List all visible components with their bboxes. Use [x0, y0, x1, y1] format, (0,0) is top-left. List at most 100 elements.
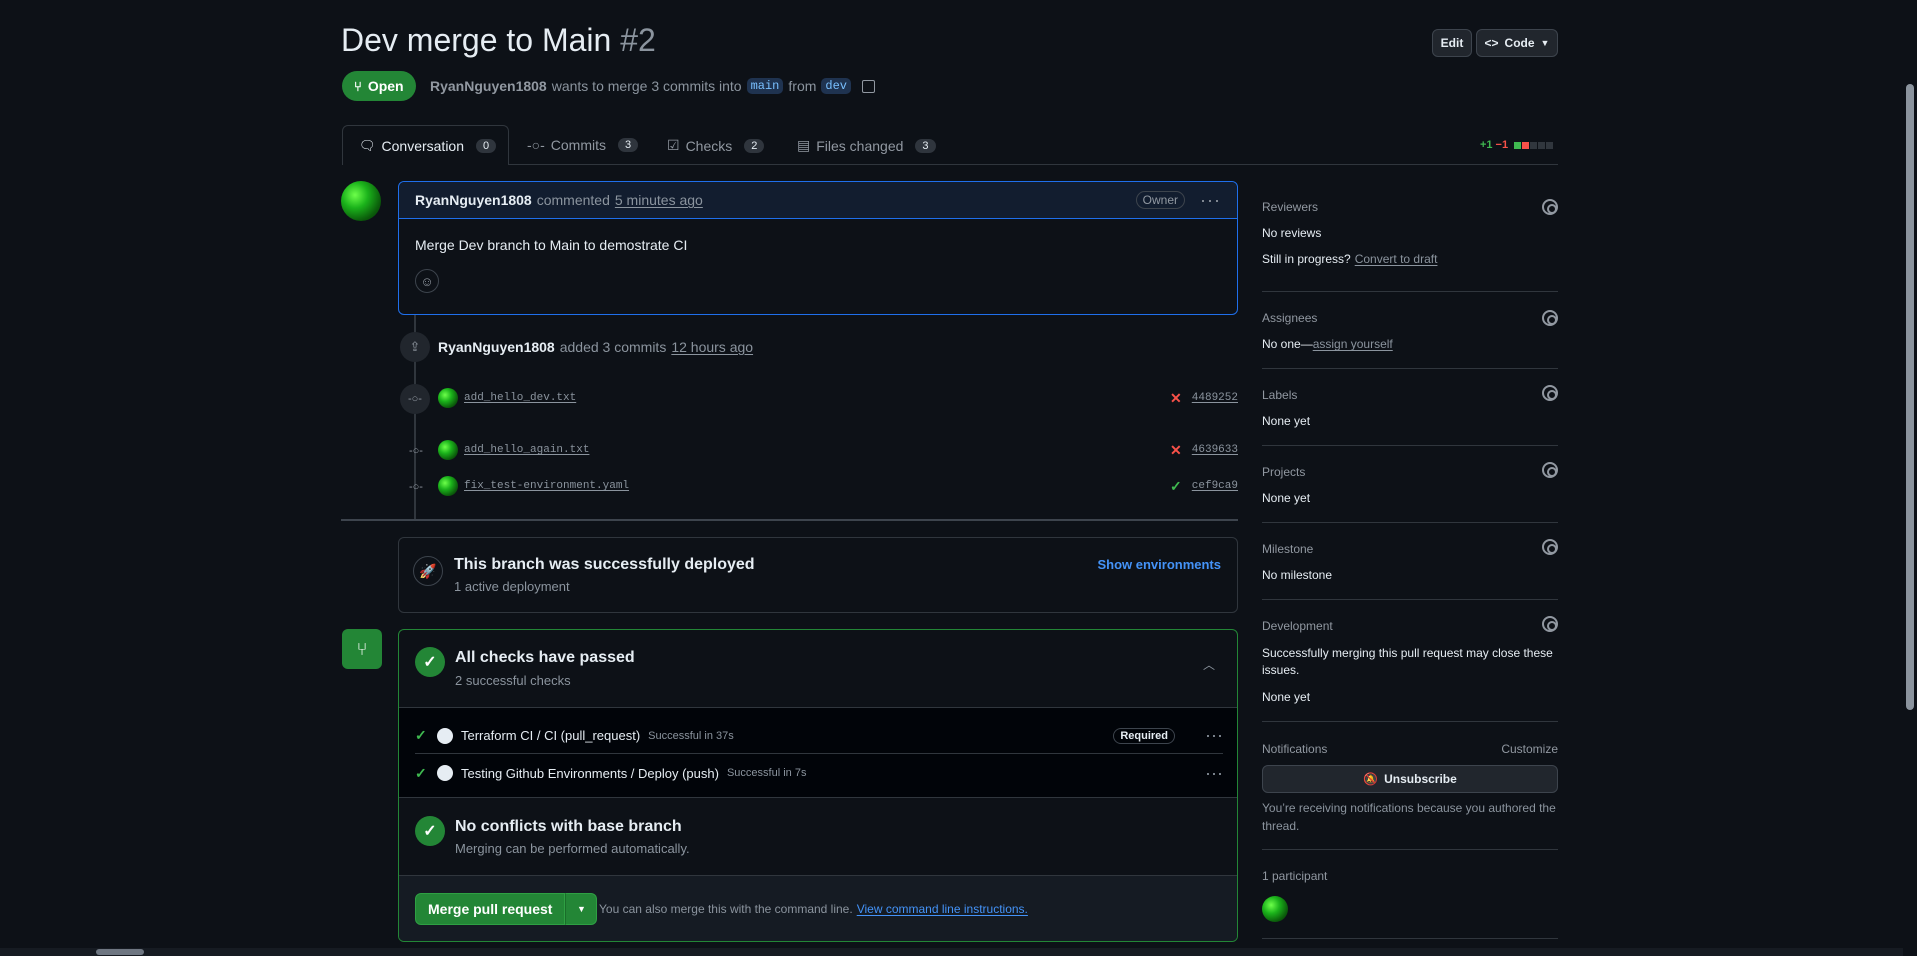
horizontal-scrollbar[interactable]	[0, 948, 1903, 956]
conflicts-subtitle: Merging can be performed automatically.	[455, 841, 690, 856]
merge-pull-request-button[interactable]: Merge pull request	[415, 893, 566, 925]
comment-icon: 🗨	[359, 137, 376, 153]
gear-icon[interactable]	[1542, 616, 1558, 632]
push-icon: ⇪	[400, 332, 430, 362]
pr-meta: RyanNguyen1808 wants to merge 3 commits …	[430, 78, 875, 94]
comment-author-link[interactable]: RyanNguyen1808	[415, 192, 532, 208]
check-circle-icon: ✓	[415, 816, 445, 846]
command-line-instructions-link[interactable]: View command line instructions.	[857, 902, 1028, 916]
check-name: Testing Github Environments / Deploy (pu…	[461, 765, 719, 781]
gear-icon[interactable]	[1542, 385, 1558, 401]
commit-icon: -○-	[409, 481, 423, 493]
gear-icon[interactable]	[1542, 539, 1558, 555]
kebab-menu-icon[interactable]: ···	[1200, 190, 1221, 211]
commit-sha-link[interactable]: cef9ca9	[1192, 480, 1238, 492]
tab-commits[interactable]: -○- Commits 3	[527, 137, 639, 153]
comment-header: RyanNguyen1808 commented 5 minutes ago O…	[399, 182, 1237, 219]
check-item[interactable]: ✓ Testing Github Environments / Deploy (…	[415, 755, 1223, 791]
participant-avatar[interactable]	[1262, 896, 1288, 922]
pr-author-link[interactable]: RyanNguyen1808	[430, 78, 547, 94]
check-icon: ✓	[415, 764, 427, 781]
x-icon[interactable]: ✕	[1170, 442, 1182, 459]
development-heading[interactable]: Development	[1262, 619, 1333, 633]
commit-author-avatar[interactable]	[438, 388, 458, 408]
checks-title: All checks have passed	[455, 649, 635, 666]
timeline-timestamp[interactable]: 12 hours ago	[671, 339, 753, 355]
gear-icon[interactable]	[1542, 310, 1558, 326]
commit-sha-link[interactable]: 4639633	[1192, 444, 1238, 456]
merge-options-dropdown[interactable]: ▼	[565, 893, 598, 925]
tab-checks-label: Checks	[685, 137, 733, 154]
tab-files-changed[interactable]: ▤ Files changed 3	[797, 137, 936, 154]
milestone-heading[interactable]: Milestone	[1262, 542, 1313, 556]
merge-text: wants to merge 3 commits into	[551, 78, 742, 94]
base-branch-label[interactable]: main	[746, 78, 784, 94]
assignees-none: No one—	[1262, 337, 1313, 351]
commit-message-link[interactable]: add_hello_again.txt	[464, 444, 589, 456]
convert-to-draft-link[interactable]: Convert to draft	[1355, 252, 1438, 266]
commit-message-link[interactable]: fix_test-environment.yaml	[464, 480, 629, 492]
tab-checks-count: 2	[744, 138, 765, 153]
vertical-scrollbar[interactable]	[1903, 0, 1917, 956]
tab-commits-count: 3	[618, 138, 639, 152]
comment-action: commented	[536, 192, 610, 208]
comment-author-avatar[interactable]	[341, 181, 381, 221]
tab-conversation-count: 0	[476, 138, 497, 153]
commit-author-avatar[interactable]	[438, 440, 458, 460]
merge-note-text: You can also merge this with the command…	[599, 902, 853, 916]
tab-files-changed-label: Files changed	[816, 137, 904, 154]
tab-files-changed-count: 3	[915, 138, 936, 153]
checks-header[interactable]: ✓ All checks have passed 2 successful ch…	[399, 630, 1237, 708]
timeline-author-link[interactable]: RyanNguyen1808	[438, 339, 555, 355]
assign-yourself-link[interactable]: assign yourself	[1313, 337, 1393, 351]
vertical-scrollbar-thumb[interactable]	[1906, 84, 1914, 710]
customize-link[interactable]: Customize	[1501, 742, 1558, 756]
smiley-reaction-icon[interactable]: ☺	[415, 269, 439, 293]
head-branch-label[interactable]: dev	[821, 78, 851, 94]
copy-icon[interactable]	[862, 79, 875, 93]
conflicts-title: No conflicts with base branch	[455, 818, 682, 835]
horizontal-scrollbar-thumb[interactable]	[96, 949, 144, 955]
x-icon[interactable]: ✕	[1170, 390, 1182, 407]
merge-note: You can also merge this with the command…	[599, 902, 1028, 916]
development-value: None yet	[1262, 690, 1311, 704]
check-circle-icon: ✓	[415, 647, 445, 677]
merge-actions: Merge pull request ▼ You can also merge …	[399, 876, 1237, 941]
comment-box: RyanNguyen1808 commented 5 minutes ago O…	[398, 181, 1238, 315]
rocket-icon: 🚀	[413, 556, 443, 586]
merge-box: ✓ All checks have passed 2 successful ch…	[398, 629, 1238, 942]
assignees-heading[interactable]: Assignees	[1262, 311, 1317, 325]
commit-sha-link[interactable]: 4489252	[1192, 392, 1238, 404]
file-diff-icon: ▤	[797, 137, 811, 153]
gear-icon[interactable]	[1542, 199, 1558, 215]
tab-conversation[interactable]: 🗨 Conversation 0	[342, 125, 509, 165]
deployment-subtitle: 1 active deployment	[454, 579, 570, 594]
unsubscribe-label: Unsubscribe	[1384, 772, 1457, 786]
commit-message-link[interactable]: add_hello_dev.txt	[464, 392, 576, 404]
check-item[interactable]: ✓ Terraform CI / CI (pull_request) Succe…	[415, 718, 1223, 754]
kebab-menu-icon[interactable]: ···	[1205, 763, 1223, 784]
commit-icon: -○-	[409, 445, 423, 457]
chevron-up-icon[interactable]: ︿	[1203, 656, 1215, 673]
commit-icon: -○-	[527, 137, 545, 153]
labels-heading[interactable]: Labels	[1262, 388, 1297, 402]
commit-author-avatar[interactable]	[438, 476, 458, 496]
merge-button-group: Merge pull request ▼	[415, 893, 598, 925]
pr-number: #2	[620, 22, 656, 58]
state-badge-open: ⑂ Open	[342, 71, 416, 101]
github-icon	[437, 727, 453, 744]
notifications-heading: Notifications	[1262, 742, 1328, 756]
tab-commits-label: Commits	[550, 137, 607, 153]
check-icon[interactable]: ✓	[1170, 478, 1182, 495]
conflicts-section: ✓ No conflicts with base branch Merging …	[399, 798, 1237, 876]
projects-heading[interactable]: Projects	[1262, 465, 1305, 479]
tab-checks[interactable]: ☑ Checks 2	[667, 137, 765, 154]
unsubscribe-button[interactable]: 🔕 Unsubscribe	[1262, 765, 1558, 793]
reviewers-heading[interactable]: Reviewers	[1262, 200, 1318, 214]
sidebar: Reviewers No reviews Still in progress? …	[1262, 0, 1558, 956]
show-environments-button[interactable]: Show environments	[1097, 557, 1221, 572]
comment-timestamp[interactable]: 5 minutes ago	[615, 192, 703, 208]
kebab-menu-icon[interactable]: ···	[1205, 725, 1223, 746]
gear-icon[interactable]	[1542, 462, 1558, 478]
bell-slash-icon: 🔕	[1363, 772, 1379, 786]
